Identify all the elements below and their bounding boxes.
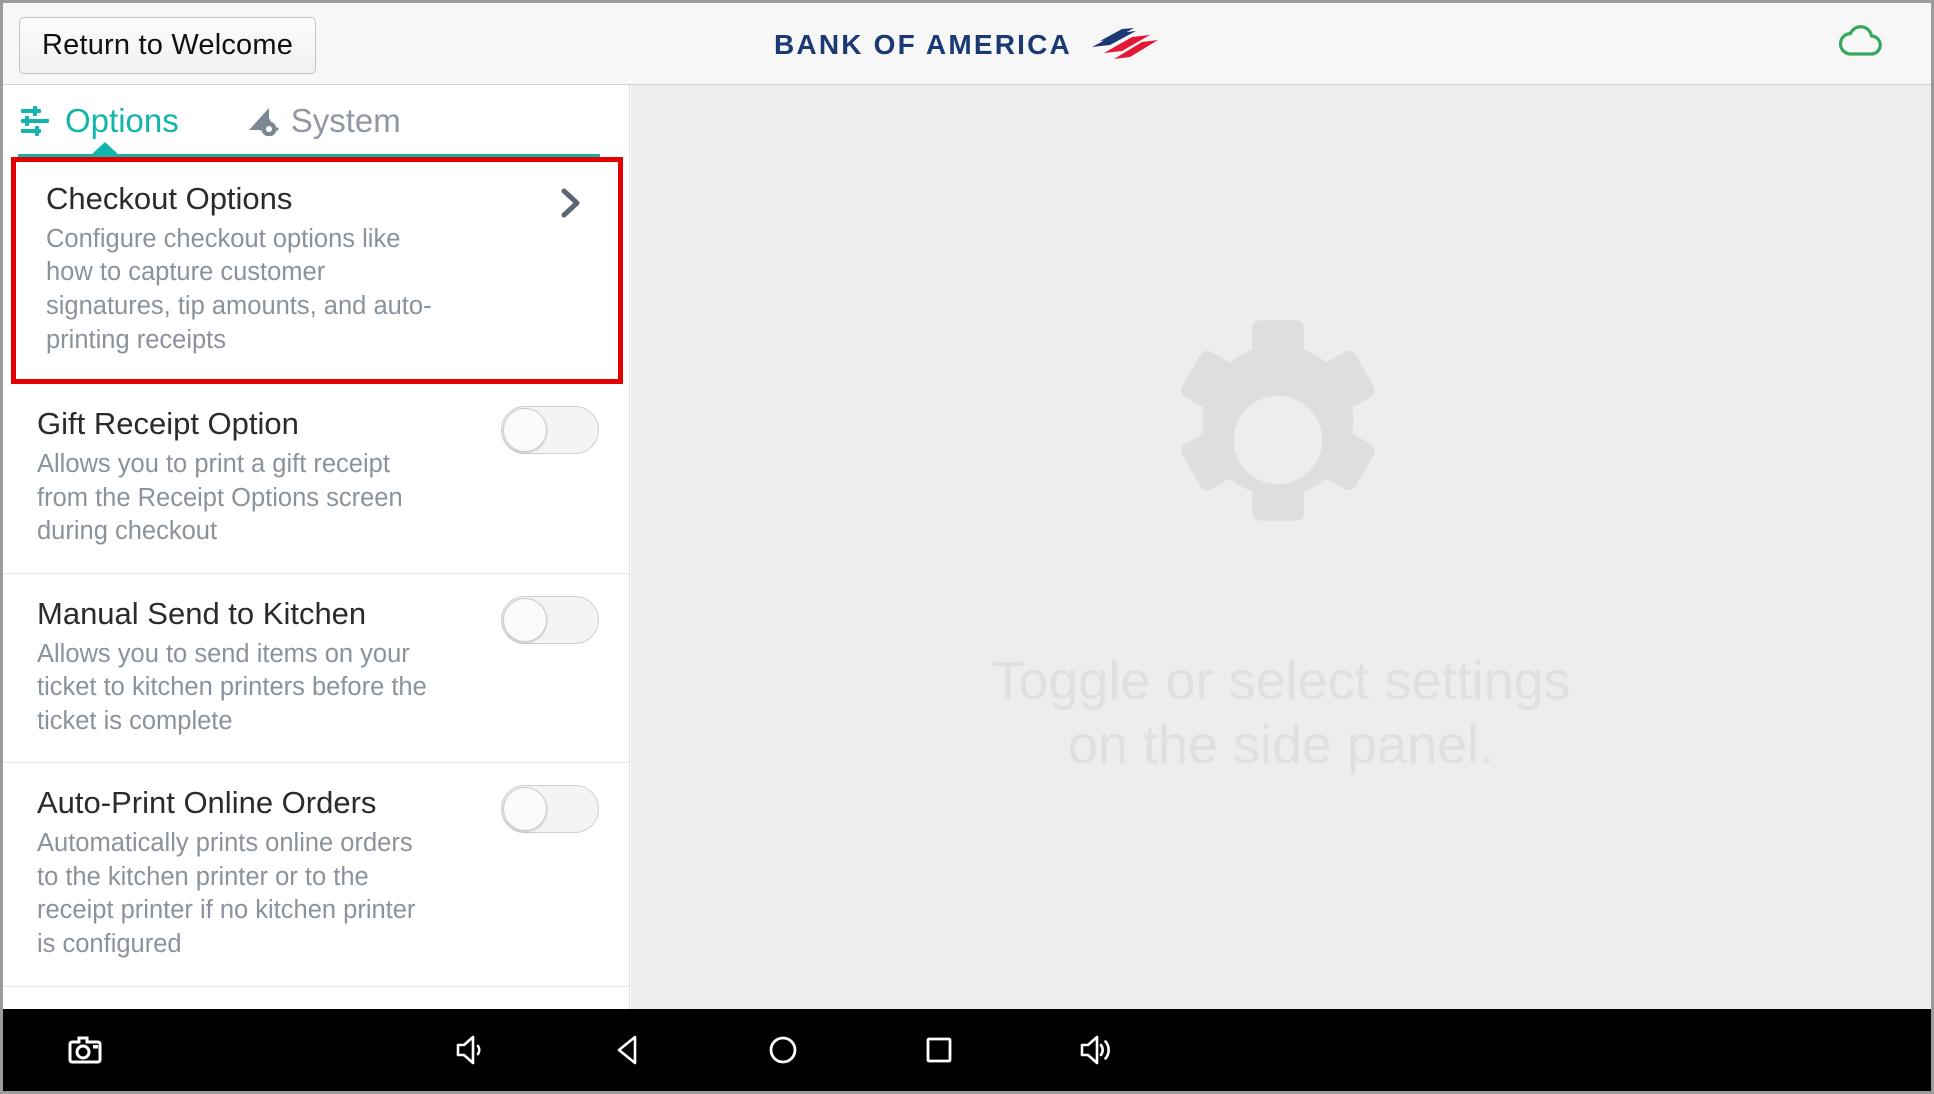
bank-of-america-flag-icon — [1091, 28, 1158, 59]
setting-description: Configure checkout options like how to c… — [46, 224, 432, 354]
placeholder-line-2: on the side panel. — [1067, 714, 1495, 775]
chevron-right-icon — [558, 186, 584, 225]
setting-row-gift-receipt-option[interactable]: Gift Receipt Option Allows you to print … — [3, 384, 629, 574]
gear-icon — [1148, 310, 1408, 575]
android-navigation-bar — [3, 1009, 1931, 1091]
tab-active-caret-icon — [91, 142, 119, 155]
settings-side-panel: Options System Checkout Options Configur… — [3, 85, 630, 1014]
setting-description: Allows you to send items on your ticket … — [37, 639, 427, 735]
toggle-manual-send-to-kitchen[interactable] — [501, 595, 599, 644]
main-placeholder-message: Toggle or select settings on the side pa… — [631, 650, 1931, 777]
top-bar: Return to Welcome BANK OF AMERICA — [3, 3, 1931, 85]
setting-description: Automatically prints online orders to th… — [37, 829, 416, 959]
setting-row-checkout-options[interactable]: Checkout Options Configure checkout opti… — [11, 157, 623, 385]
main-content-panel: Toggle or select settings on the side pa… — [631, 85, 1931, 1014]
setting-description: Allows you to print a gift receipt from … — [37, 449, 403, 546]
volume-up-icon[interactable] — [1059, 1009, 1131, 1091]
volume-down-icon[interactable] — [435, 1009, 507, 1091]
brand-logo-text: BANK OF AMERICA — [774, 29, 1072, 60]
tab-bar: Options System — [3, 85, 629, 157]
app-screen: Return to Welcome BANK OF AMERICA Option… — [0, 0, 1934, 1094]
settings-list: Checkout Options Configure checkout opti… — [3, 157, 629, 1014]
back-triangle-icon[interactable] — [592, 1009, 664, 1091]
tab-options-label: Options — [65, 102, 179, 139]
setting-row-auto-print-online-orders[interactable]: Auto-Print Online Orders Automatically p… — [3, 763, 629, 987]
recents-square-icon[interactable] — [903, 1009, 975, 1091]
toggle-auto-print-online-orders[interactable] — [501, 785, 599, 834]
cloud-sync-icon[interactable] — [1837, 23, 1885, 64]
home-circle-icon[interactable] — [747, 1009, 819, 1091]
toggle-knob — [503, 787, 547, 832]
tab-system-label: System — [290, 102, 401, 139]
brand-logo: BANK OF AMERICA — [3, 25, 1931, 65]
system-gear-icon — [248, 108, 279, 136]
setting-title: Checkout Options — [46, 181, 293, 216]
toggle-gift-receipt-option[interactable] — [501, 406, 599, 455]
setting-row-manual-send-to-kitchen[interactable]: Manual Send to Kitchen Allows you to sen… — [3, 573, 629, 764]
toggle-knob — [503, 408, 547, 453]
screenshot-camera-icon[interactable] — [49, 1009, 121, 1091]
sliders-icon — [21, 106, 49, 136]
toggle-knob — [503, 597, 547, 642]
placeholder-line-1: Toggle or select settings — [991, 651, 1571, 711]
tab-system[interactable]: System — [245, 85, 401, 157]
